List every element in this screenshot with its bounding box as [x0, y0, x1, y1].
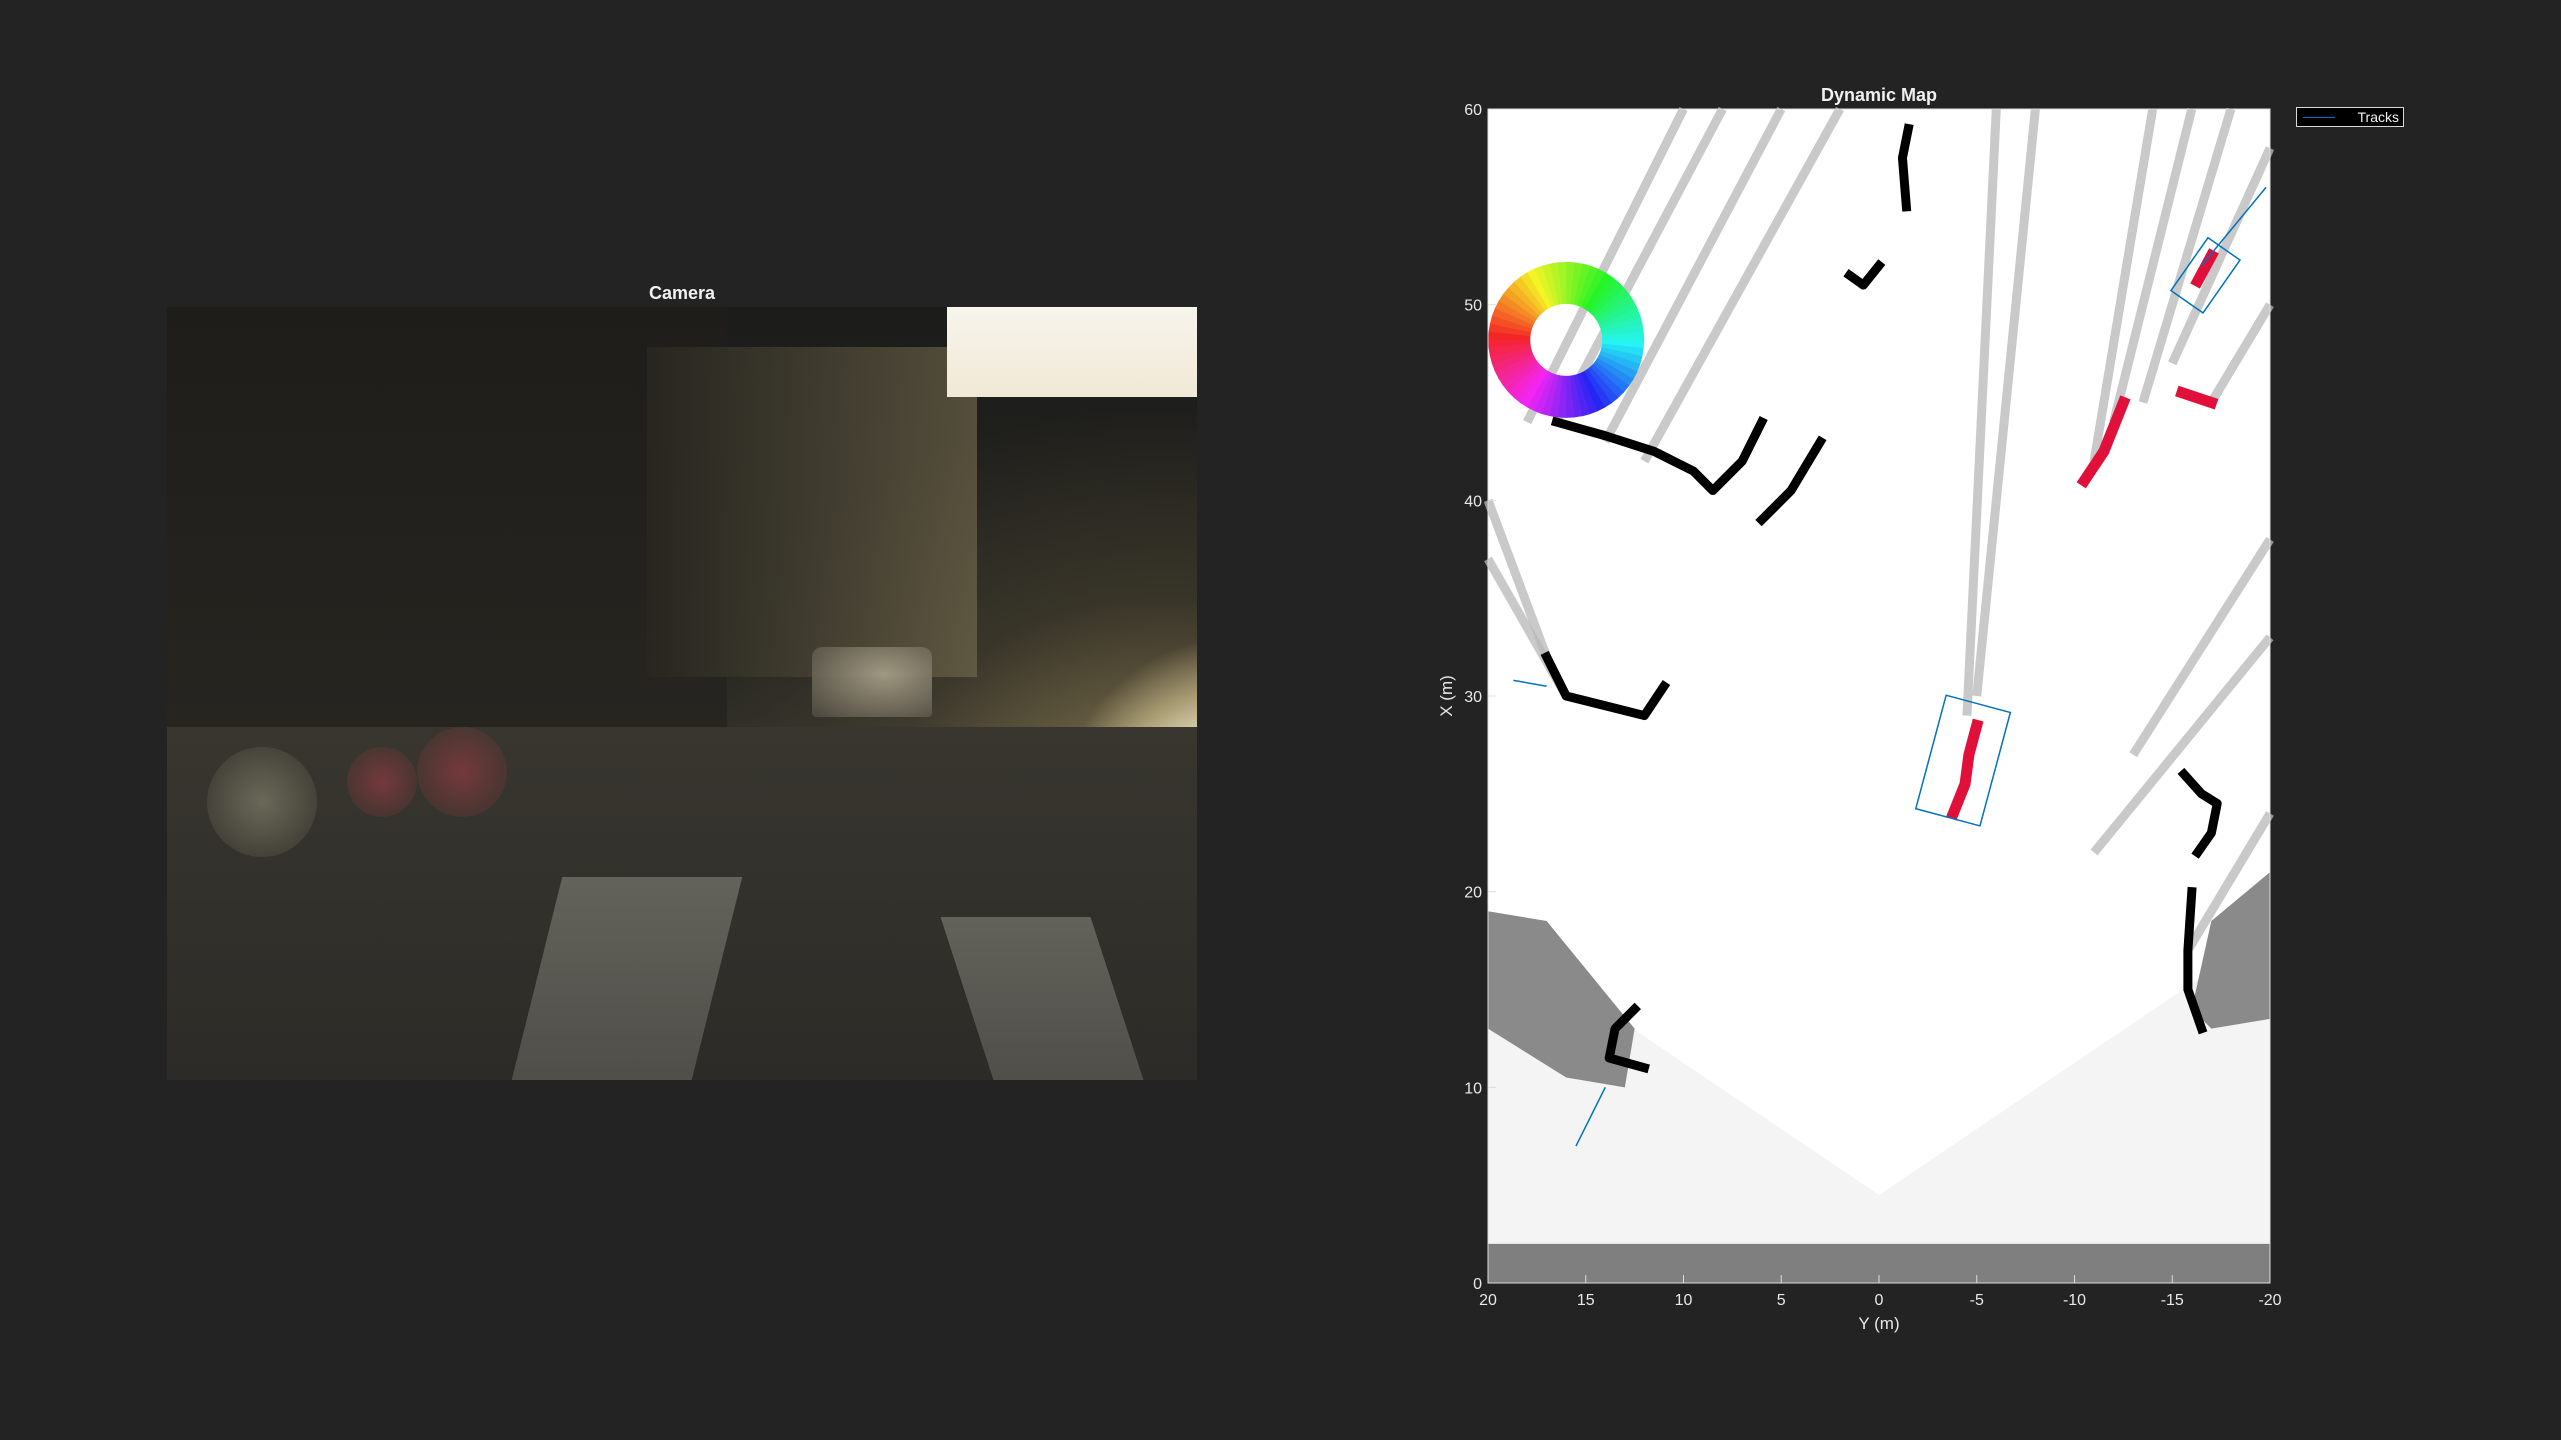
vehicle	[812, 647, 932, 717]
x-tick-label: 10	[1675, 1292, 1693, 1309]
legend[interactable]: Tracks	[2296, 107, 2404, 127]
y-tick-label: 10	[1464, 1080, 1482, 1097]
occupied-cells	[1897, 123, 1914, 212]
x-tick-label: -10	[2063, 1292, 2086, 1309]
x-tick-label: -5	[1970, 1292, 1984, 1309]
y-tick-label: 50	[1464, 298, 1482, 315]
y-axis-label: X (m)	[1437, 675, 1456, 717]
x-tick-label: -20	[2258, 1292, 2281, 1309]
y-tick-label: 60	[1464, 102, 1482, 119]
plot-area	[1483, 106, 2275, 1283]
lens-flare	[347, 747, 417, 817]
x-tick-label: 0	[1875, 1292, 1884, 1309]
dynamic-map-chart: 20 15 10 5 0 -5 -10 -15 -200102030405060Y (m)X (…	[1437, 102, 2282, 1333]
x-tick-label: 15	[1577, 1292, 1595, 1309]
y-tick-label: 30	[1464, 689, 1482, 706]
x-axis-label: Y (m)	[1858, 1314, 1899, 1333]
camera-title: Camera	[648, 283, 716, 303]
x-tick-label: -15	[2161, 1292, 2184, 1309]
camera-image	[167, 307, 1197, 1080]
building-left	[167, 307, 727, 727]
building-center	[647, 347, 977, 677]
sky-region	[947, 307, 1197, 397]
y-tick-label: 40	[1464, 493, 1482, 510]
x-tick-label: 20	[1479, 1292, 1497, 1309]
legend-label-tracks: Tracks	[2357, 109, 2399, 125]
legend-track-swatch	[2303, 117, 2335, 118]
y-tick-label: 0	[1473, 1276, 1482, 1293]
y-tick-label: 20	[1464, 885, 1482, 902]
lens-glow	[207, 747, 317, 857]
x-tick-label: 5	[1777, 1292, 1786, 1309]
lens-flare	[417, 727, 507, 817]
